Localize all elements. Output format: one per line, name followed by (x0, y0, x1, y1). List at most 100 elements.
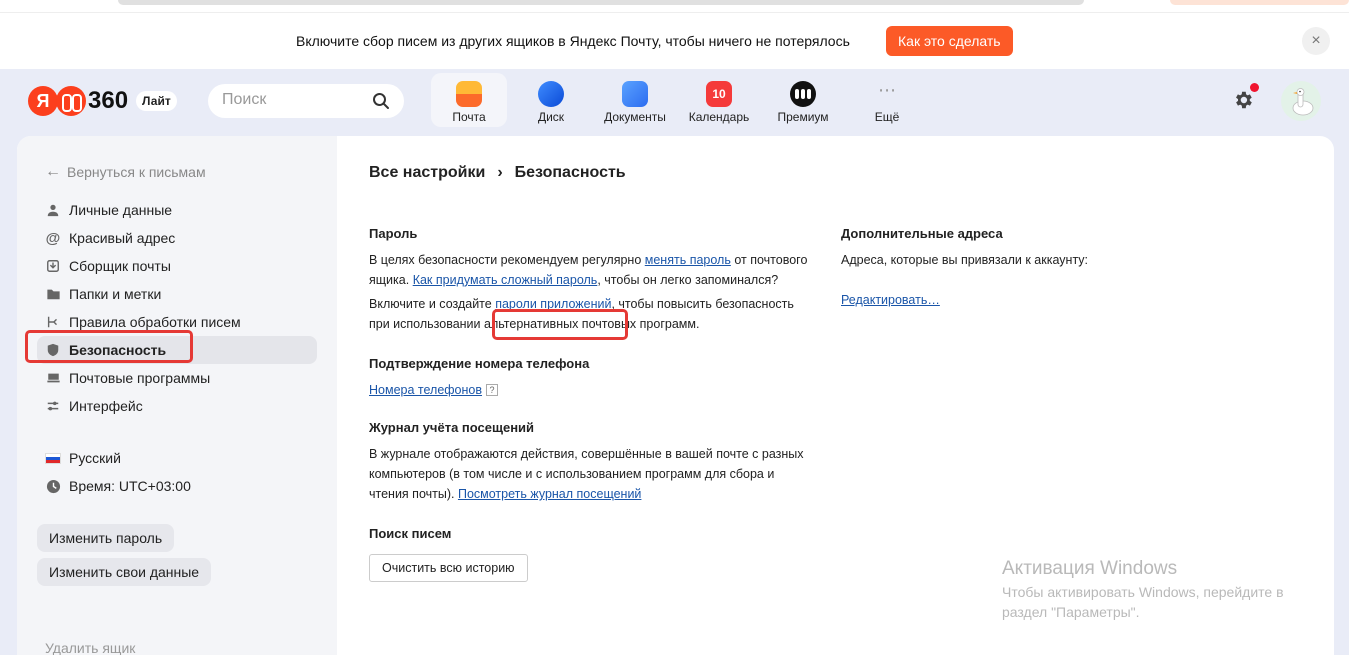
app-mail[interactable]: Почта (431, 73, 507, 127)
highlight-app-passwords-frame (492, 309, 628, 340)
yandex-360-logo[interactable]: Я 360 Лайт (28, 86, 177, 116)
phone-numbers-link[interactable]: Номера телефонов (369, 383, 482, 397)
text: В целях безопасности рекомендуем регуляр… (369, 253, 645, 267)
promo-banner: Включите сбор писем из других ящиков в Я… (0, 12, 1349, 69)
strong-password-link[interactable]: Как придумать сложный пароль (413, 273, 598, 287)
browser-address-bar-edge (118, 0, 1084, 5)
sidebar-item-label: Красивый адрес (69, 230, 176, 246)
app-switcher: Почта Диск Документы 10 Календарь Премиу… (431, 73, 931, 129)
phone-row: Номера телефонов? (369, 380, 809, 400)
sidebar-item-label: Правила обработки писем (69, 314, 241, 330)
journal-paragraph: В журнале отображаются действия, совершё… (369, 444, 809, 504)
back-label: Вернуться к письмам (67, 164, 206, 180)
settings-menu: Личные данные @ Красивый адрес Сборщик п… (37, 196, 317, 420)
breadcrumb: Все настройки › Безопасность (369, 164, 626, 182)
person-icon (45, 202, 61, 218)
extra-addresses-title: Дополнительные адреса (841, 226, 1003, 241)
security-right-column: Дополнительные адреса Адреса, которые вы… (841, 224, 1201, 310)
app-disk[interactable]: Диск (511, 73, 591, 127)
lite-badge: Лайт (136, 91, 177, 111)
sidebar-item-label: Интерфейс (69, 398, 143, 414)
sidebar-item-folders[interactable]: Папки и метки (37, 280, 317, 308)
sidebar-item-label: Личные данные (69, 202, 173, 218)
windows-activation-watermark: Активация Windows Чтобы активировать Win… (1002, 558, 1322, 622)
sidebar-item-label: Почтовые программы (69, 370, 211, 386)
app-premium[interactable]: Премиум (763, 73, 843, 127)
language-label: Русский (69, 450, 121, 466)
app-calendar[interactable]: 10 Календарь (679, 73, 759, 127)
app-more[interactable]: ⋯ Ещё (847, 73, 927, 127)
password-paragraph: В целях безопасности рекомендуем регуляр… (369, 250, 809, 290)
clock-icon (45, 478, 61, 494)
sidebar-item-collector[interactable]: Сборщик почты (37, 252, 317, 280)
app-label: Премиум (777, 110, 829, 124)
change-password-link[interactable]: менять пароль (645, 253, 731, 267)
how-to-button[interactable]: Как это сделать (886, 26, 1013, 56)
goose-avatar-icon (1292, 88, 1314, 116)
sidebar-item-label: Сборщик почты (69, 258, 171, 274)
app-label: Календарь (688, 110, 750, 124)
more-icon: ⋯ (878, 80, 896, 100)
sidebar-item-label: Папки и метки (69, 286, 162, 302)
change-password-button[interactable]: Изменить пароль (37, 524, 175, 552)
app-docs[interactable]: Документы (595, 73, 675, 127)
banner-text: Включите сбор писем из других ящиков в Я… (296, 33, 850, 49)
edit-addresses-link[interactable]: Редактировать… (841, 293, 940, 307)
folder-icon (45, 286, 61, 302)
sidebar-item-address[interactable]: @ Красивый адрес (37, 224, 317, 252)
text: Включите и создайте (369, 297, 496, 311)
security-left-column: Пароль В целях безопасности рекомендуем … (369, 224, 809, 582)
browser-tab-edge (1170, 0, 1349, 5)
breadcrumb-separator: › (497, 164, 503, 181)
at-icon: @ (45, 229, 61, 247)
highlight-security-frame (25, 330, 193, 363)
timezone-label: Время: UTC+03:00 (69, 478, 191, 494)
sidebar-item-mail-programs[interactable]: Почтовые программы (37, 364, 317, 392)
logo-360-icon (56, 86, 86, 116)
app-label: Ещё (874, 110, 900, 124)
docs-icon (622, 81, 648, 107)
russia-flag-icon (45, 452, 61, 464)
calendar-icon: 10 (706, 81, 732, 107)
mail-programs-icon (45, 370, 61, 386)
close-icon[interactable]: × (1302, 27, 1330, 55)
avatar[interactable] (1281, 81, 1321, 121)
extra-addresses-text: Адреса, которые вы привязали к аккаунту: (841, 253, 1089, 267)
gear-icon[interactable] (1232, 89, 1254, 111)
delete-mailbox-link[interactable]: Удалить ящик (45, 640, 135, 655)
collector-icon (45, 258, 61, 274)
search-icon[interactable] (372, 92, 390, 110)
logo-ya: Я (28, 86, 58, 116)
sidebar-item-personal[interactable]: Личные данные (37, 196, 317, 224)
disk-icon (538, 81, 564, 107)
back-to-mail-link[interactable]: ← Вернуться к письмам (45, 163, 206, 181)
app-label: Почта (452, 110, 486, 124)
journal-section-title: Журнал учёта посещений (369, 420, 535, 435)
phone-section-title: Подтверждение номера телефона (369, 356, 590, 371)
app-label: Диск (537, 110, 565, 124)
search-section-title: Поиск писем (369, 526, 452, 541)
language-selector[interactable]: Русский (37, 444, 317, 472)
settings-sidebar: ← Вернуться к письмам Личные данные @ Кр… (17, 136, 337, 655)
text: , чтобы он легко запоминался? (597, 273, 779, 287)
search-box (208, 84, 404, 118)
app-label: Документы (604, 110, 666, 124)
clear-history-button[interactable]: Очистить всю историю (369, 554, 528, 582)
mail-icon (456, 81, 482, 107)
help-icon[interactable]: ? (486, 384, 499, 396)
breadcrumb-all-settings[interactable]: Все настройки (369, 164, 485, 181)
timezone-selector[interactable]: Время: UTC+03:00 (37, 472, 317, 500)
header: Я 360 Лайт Почта Диск Документы 10 Кален… (0, 70, 1349, 136)
view-journal-link[interactable]: Посмотреть журнал посещений (458, 487, 641, 501)
change-data-button[interactable]: Изменить свои данные (37, 558, 212, 586)
arrow-left-icon: ← (45, 163, 61, 180)
locale-block: Русский Время: UTC+03:00 (37, 444, 317, 500)
notification-dot (1250, 83, 1259, 92)
sidebar-item-interface[interactable]: Интерфейс (37, 392, 317, 420)
password-section-title: Пароль (369, 226, 418, 241)
browser-top-strip (0, 0, 1349, 12)
breadcrumb-current: Безопасность (514, 164, 626, 181)
search-input[interactable] (222, 91, 362, 109)
premium-icon (790, 81, 816, 107)
edit-row: Редактировать… (841, 290, 1201, 310)
